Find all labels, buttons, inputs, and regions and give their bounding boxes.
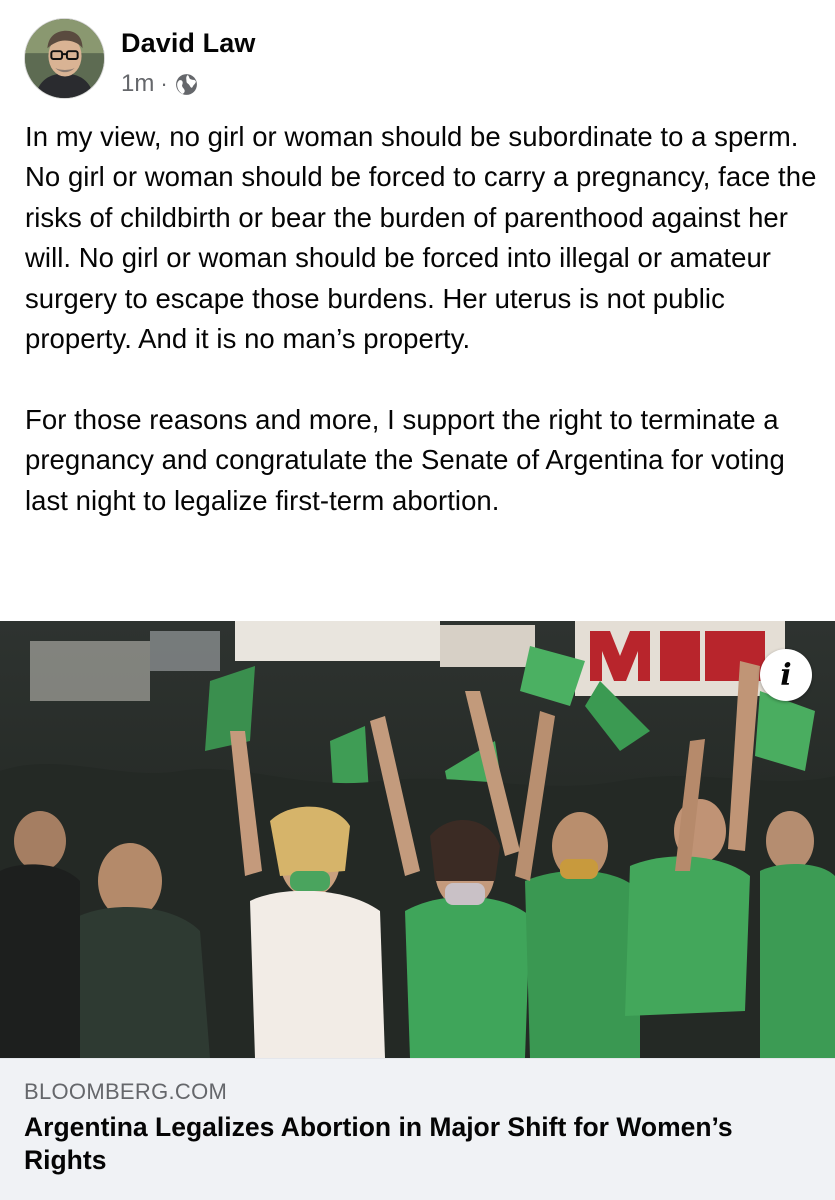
avatar[interactable]: [24, 18, 105, 99]
post-meta: 1m ·: [121, 70, 199, 98]
timestamp[interactable]: 1m: [121, 70, 154, 98]
link-preview-image[interactable]: [0, 621, 835, 1058]
info-button[interactable]: i: [760, 649, 812, 701]
avatar-image: [25, 19, 104, 98]
post-header: David Law 1m ·: [24, 18, 814, 100]
protest-photo: [0, 621, 835, 1058]
post-paragraph-2: For those reasons and more, I support th…: [25, 403, 785, 516]
post-body: In my view, no girl or woman should be s…: [25, 117, 820, 521]
post-paragraph-1: In my view, no girl or woman should be s…: [25, 121, 817, 355]
author-name[interactable]: David Law: [121, 28, 255, 59]
link-title[interactable]: Argentina Legalizes Abortion in Major Sh…: [24, 1111, 804, 1177]
link-domain: BLOOMBERG.COM: [24, 1079, 228, 1104]
meta-separator: ·: [160, 71, 168, 96]
link-preview-footer[interactable]: BLOOMBERG.COM Argentina Legalizes Aborti…: [0, 1058, 835, 1200]
info-icon: i: [780, 657, 792, 693]
globe-icon[interactable]: [174, 72, 199, 97]
